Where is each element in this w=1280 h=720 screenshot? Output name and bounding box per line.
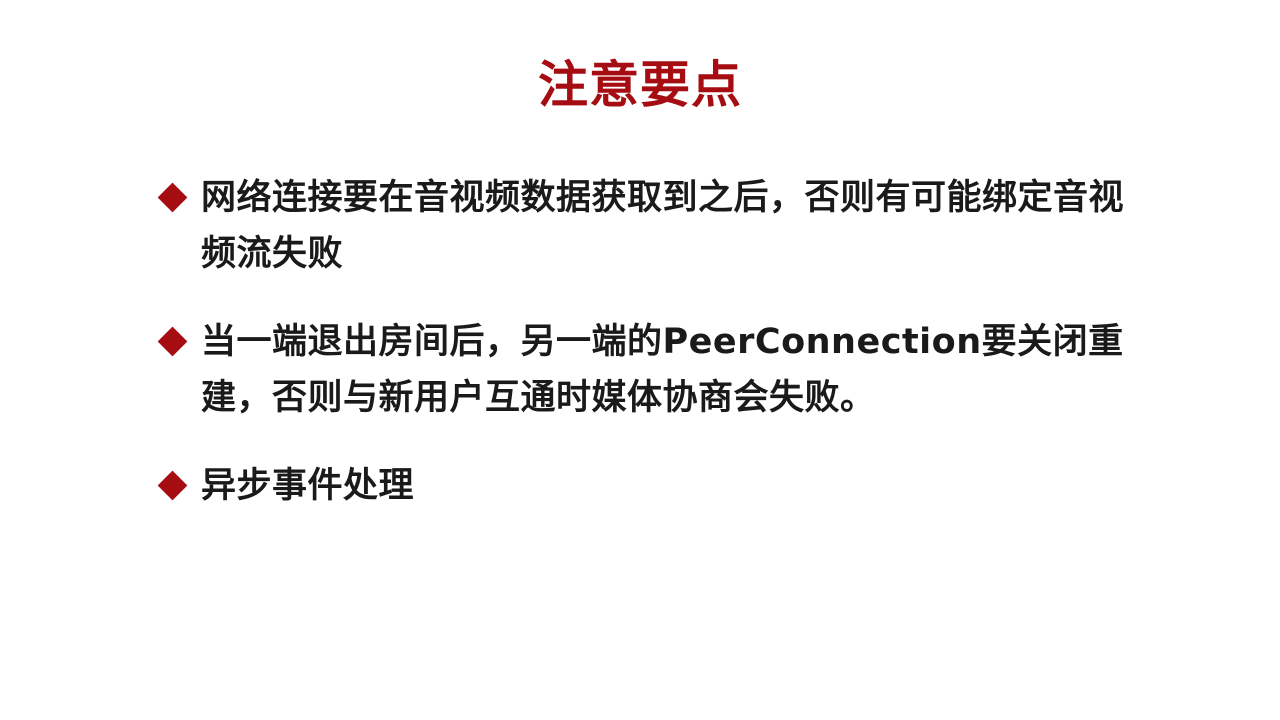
bullet-item-1: 网络连接要在音视频数据获取到之后，否则有可能绑定音视频流失败 bbox=[155, 170, 1155, 282]
diamond-bullet-icon bbox=[157, 326, 188, 357]
slide: 注意要点 网络连接要在音视频数据获取到之后，否则有可能绑定音视频流失败 当一端退… bbox=[0, 0, 1280, 720]
diamond-bullet-icon bbox=[157, 182, 188, 213]
bullet-text: 异步事件处理 bbox=[201, 466, 415, 506]
bullet-text: 当一端退出房间后，另一端的PeerConnection要关闭重建，否则与新用户互… bbox=[201, 322, 1124, 418]
bullet-item-3: 异步事件处理 bbox=[155, 458, 1155, 514]
bullet-item-2: 当一端退出房间后，另一端的PeerConnection要关闭重建，否则与新用户互… bbox=[155, 314, 1155, 426]
bullet-text: 网络连接要在音视频数据获取到之后，否则有可能绑定音视频流失败 bbox=[201, 178, 1125, 274]
slide-title: 注意要点 bbox=[538, 56, 742, 114]
bullet-list: 网络连接要在音视频数据获取到之后，否则有可能绑定音视频流失败 当一端退出房间后，… bbox=[155, 170, 1155, 546]
diamond-bullet-icon bbox=[157, 470, 188, 501]
